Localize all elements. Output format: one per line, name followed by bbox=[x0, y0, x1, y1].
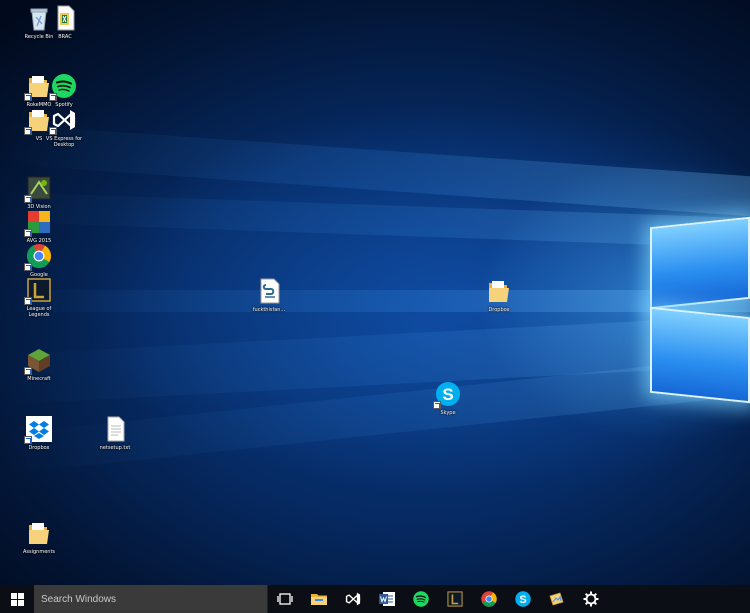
desktop-icon-label: Skype bbox=[440, 410, 456, 416]
svg-text:S: S bbox=[442, 385, 453, 404]
desktop-wallpaper bbox=[0, 0, 750, 585]
taskbar: Search Windows S bbox=[0, 585, 750, 613]
dropbox-icon bbox=[24, 415, 53, 444]
desktop-icon-google[interactable]: Google bbox=[10, 242, 68, 278]
visual-studio-icon bbox=[345, 592, 361, 606]
desktop-icon-label: Dropbox bbox=[28, 445, 50, 451]
desktop-icon-dropbox-app[interactable]: Dropbox bbox=[10, 415, 68, 451]
svg-text:S: S bbox=[519, 594, 526, 606]
desktop-icon-label: BRAC bbox=[58, 34, 72, 40]
excel-file-icon bbox=[51, 4, 79, 32]
desktop-icon-label: League of Legends bbox=[26, 306, 52, 318]
task-view-icon bbox=[277, 593, 293, 605]
chrome-icon bbox=[24, 242, 53, 271]
desktop-icon-assignments[interactable]: Assignments bbox=[10, 519, 68, 555]
league-of-legends-icon bbox=[24, 276, 53, 305]
desktop-icon-label: Dropbox bbox=[488, 307, 510, 313]
script-file-icon bbox=[255, 277, 283, 305]
taskbar-chrome[interactable] bbox=[472, 585, 506, 613]
desktop-icon-skype[interactable]: S Skype bbox=[419, 380, 477, 416]
chrome-icon bbox=[481, 591, 497, 607]
taskbar-word[interactable] bbox=[370, 585, 404, 613]
league-of-legends-icon bbox=[447, 591, 463, 607]
search-box[interactable]: Search Windows bbox=[34, 585, 268, 613]
word-icon bbox=[379, 592, 395, 606]
desktop-icon-minecraft[interactable]: Minecraft bbox=[10, 346, 68, 382]
3d-vision-icon bbox=[24, 174, 53, 203]
text-file-icon bbox=[101, 415, 129, 443]
visual-studio-icon bbox=[49, 106, 78, 135]
taskbar-task-view[interactable] bbox=[268, 585, 302, 613]
desktop-icon-brac[interactable]: BRAC bbox=[36, 4, 94, 40]
windows-light-logo bbox=[648, 210, 750, 404]
folder-icon bbox=[485, 277, 513, 305]
desktop-icon-label: netsetup.txt bbox=[99, 445, 131, 451]
desktop-icon-vs-express[interactable]: VS Express for Desktop bbox=[35, 106, 93, 148]
taskbar-skype[interactable]: S bbox=[506, 585, 540, 613]
start-button[interactable] bbox=[0, 585, 34, 613]
taskbar-settings[interactable] bbox=[574, 585, 608, 613]
taskbar-photos[interactable] bbox=[540, 585, 574, 613]
desktop-icon-label: Minecraft bbox=[27, 376, 51, 382]
spotify-icon bbox=[49, 72, 78, 101]
desktop-icon-league-of-legends[interactable]: League of Legends bbox=[10, 276, 68, 318]
desktop-icon-label: fuckthisfan... bbox=[252, 307, 286, 313]
photos-icon bbox=[549, 592, 564, 606]
taskbar-league-of-legends[interactable] bbox=[438, 585, 472, 613]
skype-icon: S bbox=[433, 380, 462, 409]
gear-icon bbox=[583, 591, 599, 607]
taskbar-file-explorer[interactable] bbox=[302, 585, 336, 613]
folder-icon bbox=[25, 519, 53, 547]
search-placeholder: Search Windows bbox=[41, 593, 117, 605]
desktop-icon-label: VS Express for Desktop bbox=[45, 136, 83, 148]
desktop-icon-netsetup[interactable]: netsetup.txt bbox=[86, 415, 144, 451]
desktop-icon-spotify[interactable]: Spotify bbox=[35, 72, 93, 108]
desktop-icon-3d-vision[interactable]: 3D Vision bbox=[10, 174, 68, 210]
windows-logo-icon bbox=[10, 592, 24, 606]
spotify-icon bbox=[413, 591, 429, 607]
skype-icon: S bbox=[515, 591, 531, 607]
avg-icon bbox=[24, 208, 53, 237]
taskbar-spotify[interactable] bbox=[404, 585, 438, 613]
file-explorer-icon bbox=[311, 594, 327, 605]
desktop-icon-script-file[interactable]: fuckthisfan... bbox=[240, 277, 298, 313]
desktop-icon-label: Assignments bbox=[22, 549, 56, 555]
desktop-icon-dropbox-folder[interactable]: Dropbox bbox=[470, 277, 528, 313]
minecraft-icon bbox=[24, 346, 53, 375]
taskbar-visual-studio[interactable] bbox=[336, 585, 370, 613]
desktop-icon-avg[interactable]: AVG 2015 bbox=[10, 208, 68, 244]
